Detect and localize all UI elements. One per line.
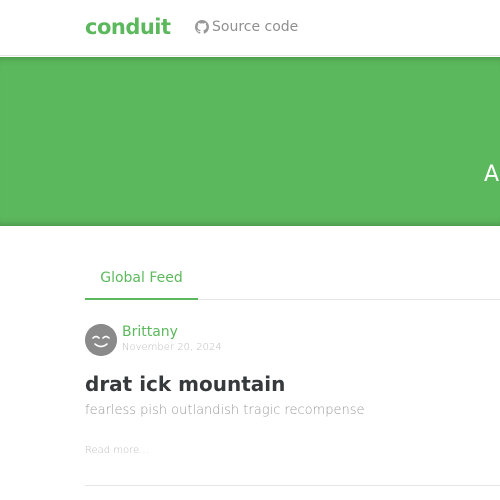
- article-title[interactable]: drat ick mountain: [85, 371, 285, 397]
- tab-global-feed[interactable]: Global Feed: [85, 262, 198, 300]
- feed-toggle: Global Feed: [85, 262, 500, 300]
- source-code-link[interactable]: Source code: [195, 18, 298, 36]
- article-date: November 20, 2024: [122, 342, 222, 353]
- author-link[interactable]: Brittany: [122, 323, 178, 341]
- article-preview: Brittany November 20, 2024 drat ick moun…: [85, 318, 500, 486]
- avatar[interactable]: [85, 324, 117, 356]
- article-description[interactable]: fearless pish outlandish tragic recompen…: [85, 402, 364, 420]
- read-more-link[interactable]: Read more...: [85, 444, 149, 458]
- navbar: conduit Source code: [0, 0, 500, 56]
- banner-title: A: [484, 162, 500, 187]
- brand-logo-link[interactable]: conduit: [85, 14, 171, 40]
- smiley-face-icon: [85, 324, 117, 356]
- source-code-label: Source code: [212, 19, 299, 35]
- hero-banner: A: [0, 57, 500, 226]
- github-icon: [195, 20, 209, 34]
